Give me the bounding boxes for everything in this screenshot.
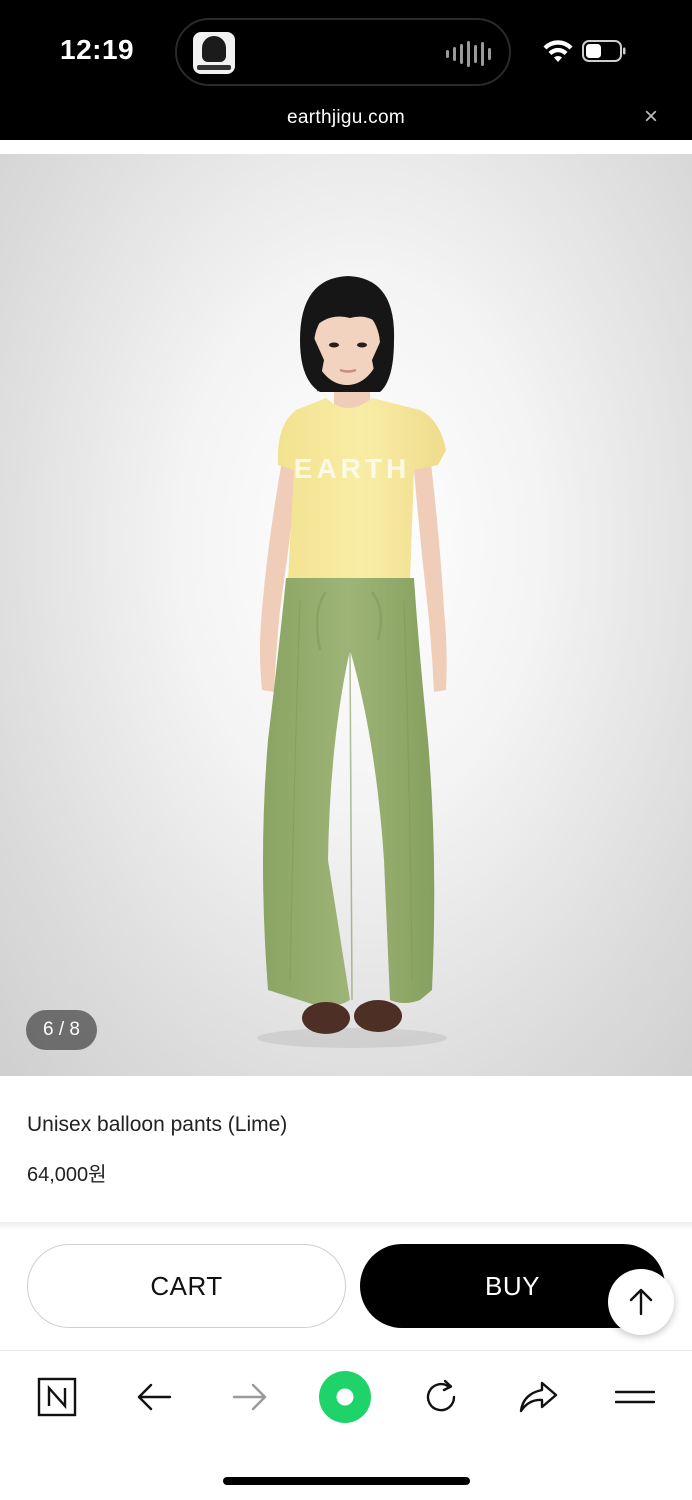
audio-waveform-icon — [446, 40, 491, 68]
model-photo: EARTH — [257, 276, 447, 1048]
cart-button[interactable]: CART — [27, 1244, 346, 1328]
wifi-icon — [543, 40, 573, 62]
back-arrow-icon — [137, 1383, 172, 1411]
menu-button[interactable] — [608, 1370, 662, 1424]
back-button[interactable] — [127, 1370, 181, 1424]
green-dot-button[interactable] — [318, 1370, 372, 1424]
scroll-to-top-button[interactable] — [608, 1269, 674, 1335]
menu-icon — [615, 1390, 655, 1404]
refresh-button[interactable] — [414, 1370, 468, 1424]
close-icon[interactable]: × — [644, 104, 658, 130]
naver-home-button[interactable] — [30, 1370, 84, 1424]
product-name: Unisex balloon pants (Lime) — [27, 1113, 288, 1136]
status-time: 12:19 — [60, 34, 135, 65]
forward-arrow-icon — [232, 1383, 267, 1411]
now-playing-thumbnail — [193, 32, 235, 74]
forward-button[interactable] — [223, 1370, 277, 1424]
product-price: 64,000원 — [27, 1164, 107, 1186]
product-image[interactable]: EARTH — [0, 154, 692, 1076]
refresh-icon — [426, 1379, 456, 1412]
svg-text:EARTH: EARTH — [294, 453, 410, 484]
dynamic-island[interactable] — [175, 18, 511, 86]
green-dot-icon — [319, 1371, 371, 1423]
browser-header: 12:19 earthjigu.com × — [0, 0, 692, 140]
address-bar-url[interactable]: earthjigu.com — [0, 107, 692, 129]
battery-icon — [582, 40, 626, 62]
share-icon — [519, 1381, 558, 1413]
section-divider — [0, 1222, 692, 1230]
arrow-up-icon — [629, 1288, 653, 1316]
toolbar-divider — [0, 1350, 692, 1351]
naver-home-icon — [37, 1377, 77, 1417]
share-button[interactable] — [511, 1370, 565, 1424]
home-indicator[interactable] — [223, 1477, 470, 1485]
gallery-page-counter: 6 / 8 — [26, 1010, 97, 1050]
